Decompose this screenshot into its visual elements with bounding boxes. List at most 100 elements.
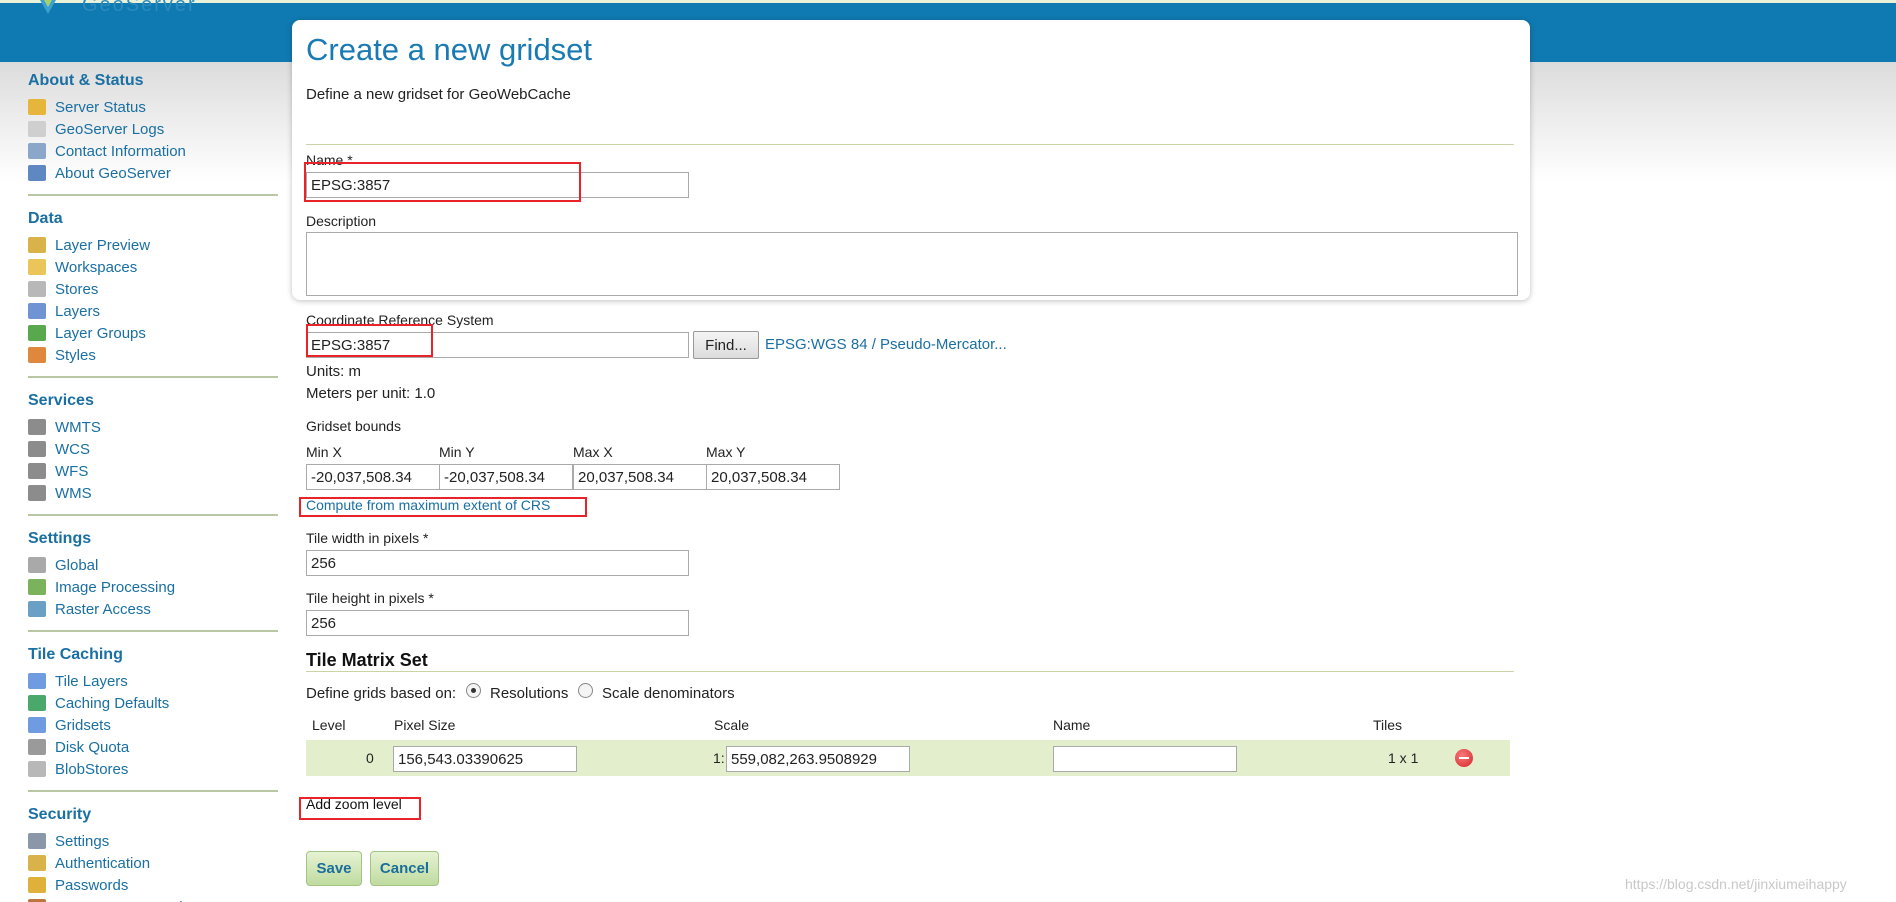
sidebar-item-label: WMS [55,484,92,502]
sidebar-item[interactable]: Stores [28,278,278,300]
sidebar-item-label: Layer Groups [55,324,146,342]
sidebar-item[interactable]: WCS [28,438,278,460]
disk-icon [28,739,46,755]
sidebar-item-label: GeoServer Logs [55,120,165,138]
sidebar-item[interactable]: Layers [28,300,278,322]
raster-icon [28,601,46,617]
sidebar-list: Settings Authentication Passwords Users, Gr… [28,830,278,902]
sidebar-item-label: Gridsets [55,716,111,734]
sidebar-section: About & Status Server Status GeoServer Log… [28,72,278,184]
find-button[interactable]: Find... [693,331,759,359]
scale-prefix: 1: [713,750,725,766]
sidebar-item-label: BlobStores [55,760,129,778]
header-logo-text: GeoServer [82,0,197,16]
max-x-input[interactable] [573,464,707,490]
row-tiles: 1 x 1 [1388,750,1419,766]
sidebar-item[interactable]: Settings [28,830,278,852]
tile-matrix-divider [306,671,1514,672]
sidebar-item-label: WCS [55,440,90,458]
sidebar-item[interactable]: Passwords [28,874,278,896]
gridset-bounds-label: Gridset bounds [306,418,401,434]
sidebar-item[interactable]: Caching Defaults [28,692,278,714]
globe-icon [28,695,46,711]
sidebar-heading: Settings [28,530,92,547]
sidebar-item-label: Styles [55,346,96,364]
scale-denominators-radio[interactable] [578,683,593,698]
min-x-input[interactable] [306,464,440,490]
sidebar-item-label: Settings [55,832,110,850]
pixel-size-input[interactable] [393,746,577,772]
sidebar-item-label: Passwords [55,876,129,894]
sidebar-item[interactable]: Workspaces [28,256,278,278]
database-icon [28,761,46,777]
scale-input[interactable] [726,746,910,772]
sidebar-item[interactable]: Raster Access [28,598,278,620]
max-y-input[interactable] [706,464,840,490]
remove-zoom-level-icon[interactable] [1455,749,1473,767]
sidebar-item[interactable]: Tile Layers [28,670,278,692]
sidebar-list: Global Image Processing Raster Access [28,554,278,620]
sidebar-item[interactable]: Server Status [28,96,278,118]
service-icon [28,463,46,479]
sidebar-item-label: Global [55,556,99,574]
min-y-input[interactable] [439,464,573,490]
sidebar-item[interactable]: Authentication [28,852,278,874]
image-icon [28,579,46,595]
sidebar-item[interactable]: GeoServer Logs [28,118,278,140]
document-icon [28,121,46,137]
cancel-button[interactable]: Cancel [370,851,439,886]
add-zoom-level-link[interactable]: Add zoom level [306,796,402,812]
grid-icon [28,673,46,689]
units-text: Units: m [306,363,362,380]
sidebar-item-label: Layer Preview [55,236,151,254]
sidebar-item[interactable]: Styles [28,344,278,366]
tile-height-input[interactable] [306,610,689,636]
sidebar-item-label: WFS [55,462,89,480]
description-textarea[interactable] [306,232,1518,296]
lock-icon [28,877,46,893]
crs-label: Coordinate Reference System [306,312,494,328]
sidebar-item[interactable]: About GeoServer [28,162,278,184]
sidebar-item[interactable]: WMTS [28,416,278,438]
sidebar: About & Status Server Status GeoServer Log… [28,72,278,902]
geoserver-logo-icon [18,0,78,16]
tile-matrix-set-title: Tile Matrix Set [306,650,428,670]
sidebar-heading: Security [28,806,92,823]
sidebar-item[interactable]: Users, Groups, Roles [28,896,278,902]
name-input[interactable] [306,172,689,198]
sidebar-item[interactable]: Disk Quota [28,736,278,758]
server-icon [28,557,46,573]
sidebar-item[interactable]: Global [28,554,278,576]
sidebar-item[interactable]: Gridsets [28,714,278,736]
description-label: Description [306,213,377,229]
resolutions-radio[interactable] [466,683,481,698]
compute-extent-link[interactable]: Compute from maximum extent of CRS [306,497,550,513]
save-button[interactable]: Save [306,851,362,886]
name-label: Name * [306,152,353,168]
sidebar-item[interactable]: Contact Information [28,140,278,162]
sidebar-item[interactable]: Layer Preview [28,234,278,256]
sidebar-item-label: Workspaces [55,258,138,276]
zoom-name-input[interactable] [1053,746,1237,772]
sidebar-item-label: Caching Defaults [55,694,170,712]
crs-input[interactable] [306,332,689,358]
sidebar-section: Tile Caching Tile Layers Caching Defaults G… [28,630,278,780]
sidebar-list: Layer Preview Workspaces Stores Layers Layer… [28,234,278,366]
define-grids-label: Define grids based on: [306,685,457,702]
sidebar-item[interactable]: Layer Groups [28,322,278,344]
sidebar-item-label: WMTS [55,418,101,436]
contact-card-icon [28,143,46,159]
layer-icon [28,303,46,319]
sidebar-list: WMTS WCS WFS WMS [28,416,278,504]
sidebar-heading: About & Status [28,72,144,89]
folder-icon [28,259,46,275]
sidebar-item[interactable]: Image Processing [28,576,278,598]
sidebar-item[interactable]: WFS [28,460,278,482]
sidebar-item[interactable]: BlobStores [28,758,278,780]
sidebar-item[interactable]: WMS [28,482,278,504]
crs-description-link[interactable]: EPSG:WGS 84 / Pseudo-Mercator... [765,336,1007,353]
help-icon [28,165,46,181]
tile-width-input[interactable] [306,550,689,576]
sidebar-heading: Data [28,210,63,227]
tile-height-label: Tile height in pixels * [306,590,434,606]
